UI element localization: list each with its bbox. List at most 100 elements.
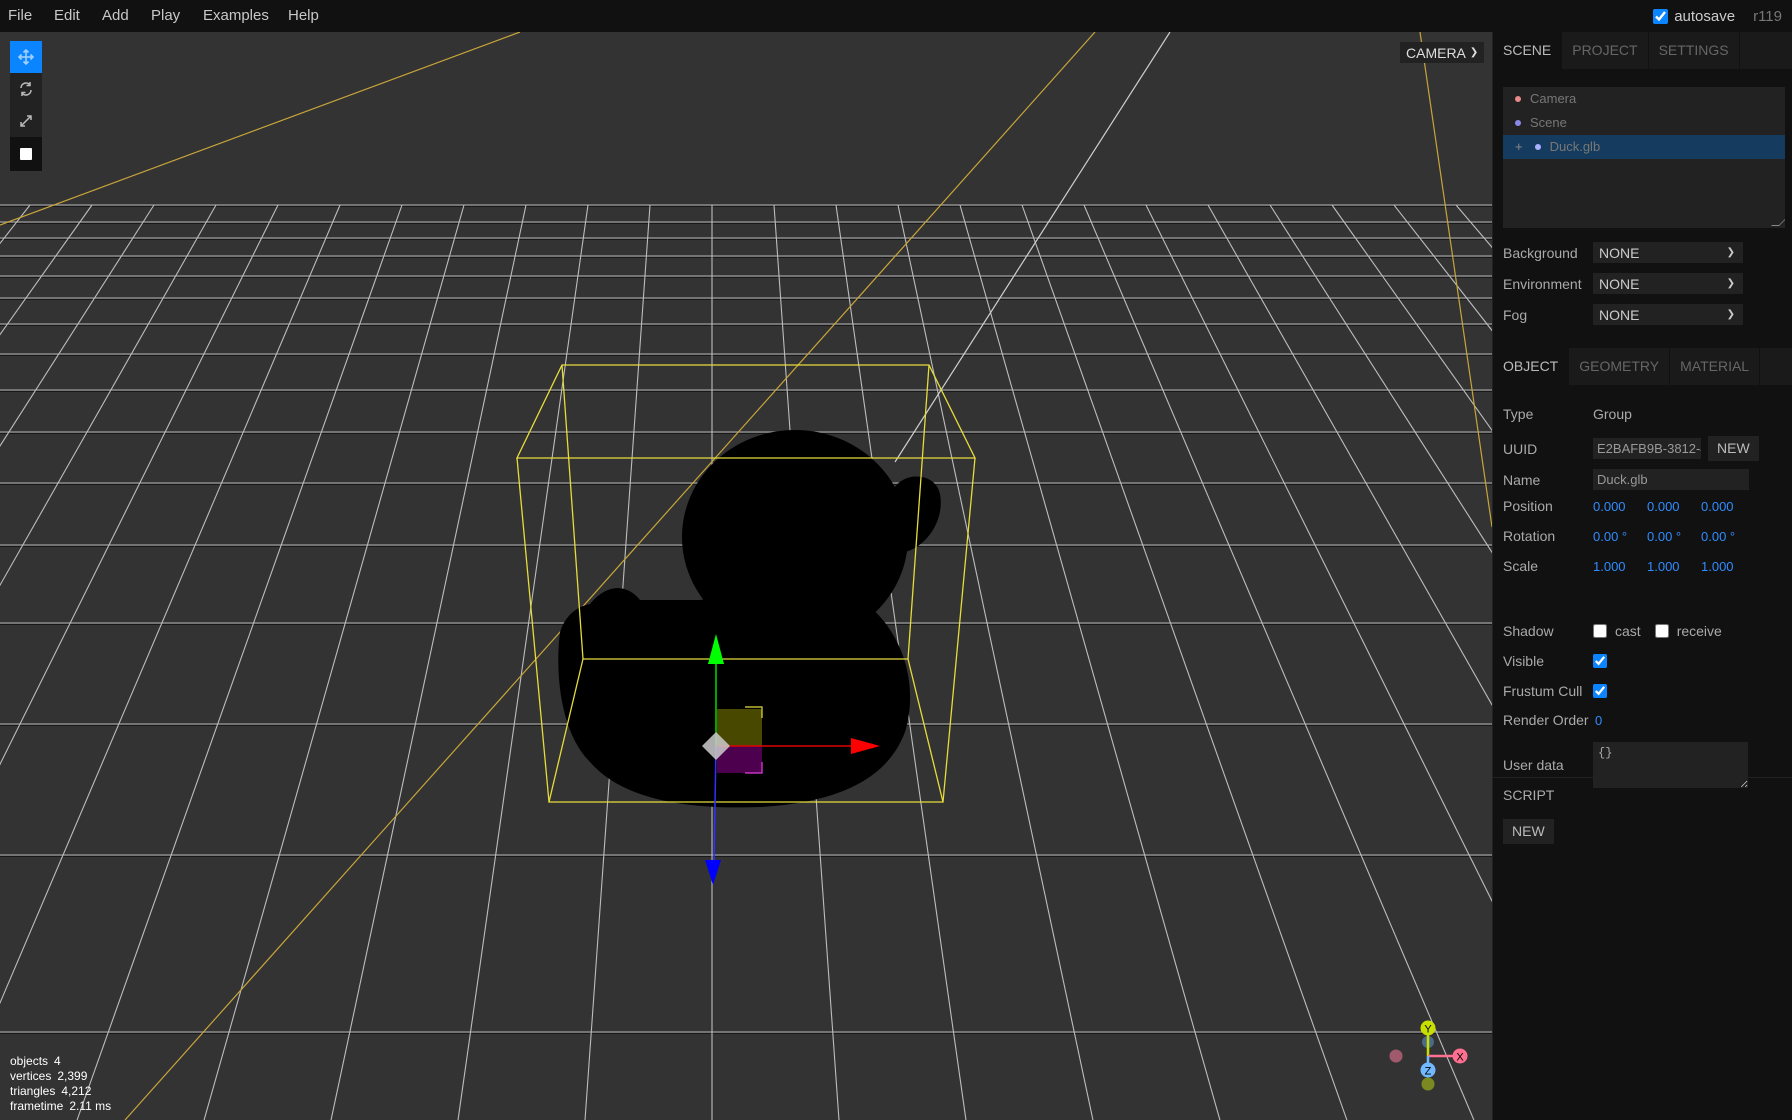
environment-row: Environment NONE ❯ <box>1503 273 1743 294</box>
info-vertices: vertices 2,399 <box>10 1069 88 1083</box>
chevron-down-icon: ❯ <box>1726 309 1735 320</box>
info-triangles: triangles 4,212 <box>10 1084 92 1098</box>
menu-help[interactable]: Help <box>288 0 319 32</box>
receive-shadow-checkbox[interactable] <box>1654 624 1669 638</box>
scale-y[interactable]: 1.000 <box>1647 559 1701 574</box>
menu-edit[interactable]: Edit <box>54 0 80 32</box>
scale-label: Scale <box>1503 558 1539 574</box>
divider <box>1493 777 1792 778</box>
box-edge <box>942 457 976 803</box>
scale-tool-button[interactable] <box>10 105 42 137</box>
tab-project[interactable]: PROJECT <box>1562 32 1649 69</box>
outliner-item-label: Camera <box>1530 91 1577 106</box>
outliner-item-label: Duck.glb <box>1549 139 1601 154</box>
rotation-z[interactable]: 0.00 ° <box>1701 529 1755 544</box>
userdata-textarea[interactable]: {} <box>1593 742 1748 788</box>
uuid-new-button[interactable]: NEW <box>1708 436 1759 461</box>
tab-object[interactable]: OBJECT <box>1493 348 1570 385</box>
duck-body <box>558 588 911 808</box>
grid-line <box>1393 204 1492 332</box>
tab-settings[interactable]: SETTINGS <box>1649 32 1740 69</box>
outliner-item-camera[interactable]: Camera <box>1503 87 1785 111</box>
scene-canvas[interactable] <box>0 32 1492 1120</box>
camera-select[interactable]: CAMERA ❯ <box>1400 42 1485 63</box>
resize-handle[interactable] <box>1771 218 1785 226</box>
new-script-button[interactable]: NEW <box>1503 819 1554 844</box>
visible-row: Visible <box>1503 653 1615 669</box>
tab-material[interactable]: MATERIAL <box>1670 348 1761 385</box>
scale-z[interactable]: 1.000 <box>1701 559 1755 574</box>
scale-arrows-icon <box>20 115 32 127</box>
transform-toolbar <box>10 41 42 171</box>
grid-line <box>203 204 465 1120</box>
background-label: Background <box>1503 244 1578 261</box>
name-label: Name <box>1503 471 1541 488</box>
uuid-label: UUID <box>1503 440 1538 457</box>
tab-geometry[interactable]: GEOMETRY <box>1569 348 1671 385</box>
uuid-field[interactable]: E2BAFB9B-3812-4 <box>1593 438 1701 459</box>
rotation-x[interactable]: 0.00 ° <box>1593 529 1647 544</box>
menu-file[interactable]: File <box>8 0 32 32</box>
camera-dot-icon <box>1515 96 1521 102</box>
frustum-row: Frustum Cull <box>1503 683 1615 699</box>
scene-outliner[interactable]: Camera Scene + Duck.glb <box>1503 87 1785 228</box>
menu-add[interactable]: Add <box>102 0 129 32</box>
script-title: SCRIPT <box>1503 787 1555 803</box>
autosave-checkbox[interactable] <box>1653 8 1669 24</box>
grid-line <box>1145 204 1492 903</box>
menubar-right: autosave r119 <box>1653 0 1782 32</box>
scene-dot-icon <box>1515 120 1521 126</box>
grid-line <box>0 204 93 336</box>
rotation-row: Rotation 0.00 ° 0.00 ° 0.00 ° <box>1503 528 1755 544</box>
grid-line <box>897 204 1094 1120</box>
translate-tool-button[interactable] <box>10 41 42 73</box>
rotate-icon <box>20 82 32 96</box>
version-label: r119 <box>1753 7 1782 25</box>
position-x[interactable]: 0.000 <box>1593 499 1647 514</box>
outliner-item-duck[interactable]: + Duck.glb <box>1503 135 1785 159</box>
visible-checkbox[interactable] <box>1593 654 1607 668</box>
environment-label: Environment <box>1503 275 1582 292</box>
menu-play[interactable]: Play <box>151 0 180 32</box>
position-row: Position 0.000 0.000 0.000 <box>1503 498 1755 514</box>
expand-plus-icon[interactable]: + <box>1515 135 1523 159</box>
position-label: Position <box>1503 498 1553 514</box>
axis-z-label: Z <box>1425 1066 1432 1078</box>
position-z[interactable]: 0.000 <box>1701 499 1755 514</box>
rotate-tool-button[interactable] <box>10 73 42 105</box>
type-row: Type Group <box>1503 406 1632 422</box>
name-field[interactable]: Duck.glb <box>1593 469 1749 490</box>
environment-select[interactable]: NONE ❯ <box>1593 273 1743 294</box>
local-space-square-icon <box>20 148 32 160</box>
tab-scene[interactable]: SCENE <box>1493 32 1563 69</box>
render-order-row: Render Order 0 <box>1503 712 1649 728</box>
fog-row: Fog NONE ❯ <box>1503 304 1743 325</box>
cast-label: cast <box>1615 623 1641 639</box>
axis-y-label: Y <box>1424 1024 1432 1036</box>
grid-line <box>330 204 527 1120</box>
sidebar: SCENE PROJECT SETTINGS Camera Scene + Du… <box>1492 32 1792 1120</box>
background-select[interactable]: NONE ❯ <box>1593 242 1743 263</box>
frustum-cull-checkbox[interactable] <box>1593 684 1607 698</box>
render-info: objects 4 vertices 2,399 triangles 4,212 fr… <box>10 1054 111 1114</box>
axis-neg-z-handle <box>1421 1077 1435 1091</box>
local-space-toggle[interactable] <box>10 137 42 171</box>
viewport[interactable]: CAMERA ❯ objects 4 vertices 2,399 triangle… <box>0 32 1492 1120</box>
scale-x[interactable]: 1.000 <box>1593 559 1647 574</box>
grid-line <box>0 204 155 447</box>
chevron-down-icon: ❯ <box>1469 47 1479 58</box>
cast-shadow-checkbox[interactable] <box>1593 624 1607 638</box>
grid-line <box>76 204 403 1120</box>
grid-line <box>0 204 31 245</box>
rotation-y[interactable]: 0.00 ° <box>1647 529 1701 544</box>
info-objects: objects 4 <box>10 1054 61 1068</box>
object-tabs: OBJECT GEOMETRY MATERIAL <box>1493 348 1792 385</box>
axis-view-helper[interactable]: Y X Z <box>1370 1000 1490 1100</box>
render-order-value[interactable]: 0 <box>1595 713 1649 728</box>
position-y[interactable]: 0.000 <box>1647 499 1701 514</box>
helper-line <box>1419 32 1492 528</box>
fog-select[interactable]: NONE ❯ <box>1593 304 1743 325</box>
menu-examples[interactable]: Examples <box>203 0 269 32</box>
outliner-item-scene[interactable]: Scene <box>1503 111 1785 135</box>
object-dot-icon <box>1534 144 1541 150</box>
